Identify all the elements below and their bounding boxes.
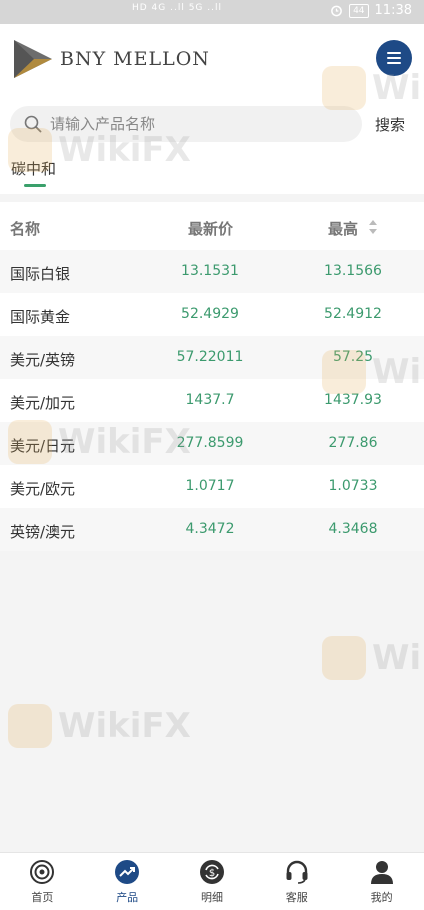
search-icon xyxy=(24,115,42,133)
nav-label: 产品 xyxy=(116,891,139,904)
table-row[interactable]: 美元/日元 277.8599 277.86 xyxy=(0,422,424,465)
watermark-text: WikiFX xyxy=(58,706,191,746)
signal-indicators: HD 4G ..ll 5G ..ll xyxy=(132,3,222,13)
column-header-name: 名称 xyxy=(10,220,41,238)
table-row[interactable]: 美元/加元 1437.7 1437.93 xyxy=(0,379,424,422)
search-input[interactable] xyxy=(50,106,350,142)
sort-icon[interactable] xyxy=(368,218,378,236)
bny-mellon-logo-icon xyxy=(14,40,52,78)
table-row[interactable]: 美元/欧元 1.0717 1.0733 xyxy=(0,465,424,508)
cell-high: 13.1566 xyxy=(324,263,382,279)
cell-latest: 1.0717 xyxy=(185,478,235,494)
table-row[interactable]: 美元/英镑 57.22011 57.25 xyxy=(0,336,424,379)
cell-latest: 57.22011 xyxy=(176,349,244,365)
nav-label: 客服 xyxy=(285,891,308,904)
status-time: 11:38 xyxy=(374,3,412,18)
search-row: 搜索 xyxy=(0,100,424,150)
search-button[interactable]: 搜索 xyxy=(375,114,405,135)
svg-text:$: $ xyxy=(209,868,215,879)
cell-latest: 52.4929 xyxy=(181,306,239,322)
nav-item-service[interactable]: 客服 xyxy=(254,853,339,910)
cell-name: 美元/加元 xyxy=(10,394,76,412)
cell-name: 美元/欧元 xyxy=(10,480,76,498)
cell-latest: 13.1531 xyxy=(181,263,239,279)
nav-item-details[interactable]: $ 明细 xyxy=(170,853,255,910)
cell-latest: 1437.7 xyxy=(185,392,235,408)
battery-indicator: 44 xyxy=(349,3,369,18)
cell-latest: 277.8599 xyxy=(176,435,244,451)
cell-high: 57.25 xyxy=(332,349,374,365)
user-icon xyxy=(370,861,393,884)
nav-label: 首页 xyxy=(31,891,54,904)
nav-label: 明细 xyxy=(200,891,223,904)
watermark: WikiFX xyxy=(322,636,424,680)
cell-name: 美元/英镑 xyxy=(10,351,76,369)
cell-high: 4.3468 xyxy=(328,521,378,537)
hamburger-menu-icon xyxy=(387,52,401,64)
brand-name: BNY MELLON xyxy=(60,48,210,70)
menu-button[interactable] xyxy=(376,40,412,76)
cell-name: 英镑/澳元 xyxy=(10,523,76,541)
cell-latest: 4.3472 xyxy=(185,521,235,537)
cell-name: 国际黄金 xyxy=(10,308,71,326)
search-box[interactable] xyxy=(10,106,362,142)
category-tabs: 碳中和 xyxy=(0,150,424,194)
watermark-text: WikiFX xyxy=(372,638,424,678)
home-target-icon xyxy=(30,860,55,884)
cell-high: 277.86 xyxy=(328,435,378,451)
tab-carbon-neutral[interactable]: 碳中和 xyxy=(11,158,56,179)
bottom-nav: 首页 产品 $ 明细 客服 我的 xyxy=(0,852,424,910)
table-row[interactable]: 英镑/澳元 4.3472 4.3468 xyxy=(0,508,424,551)
cell-name: 国际白银 xyxy=(10,265,71,283)
table-row[interactable]: 国际黄金 52.4929 52.4912 xyxy=(0,293,424,336)
tab-active-indicator xyxy=(24,184,46,187)
alarm-icon xyxy=(331,5,342,17)
table-row[interactable]: 国际白银 13.1531 13.1566 xyxy=(0,250,424,293)
nav-item-mine[interactable]: 我的 xyxy=(339,853,424,910)
wikifx-logo-icon xyxy=(322,636,366,680)
nav-item-home[interactable]: 首页 xyxy=(0,853,85,910)
table-body: 国际白银 13.1531 13.1566 国际黄金 52.4929 52.491… xyxy=(0,250,424,551)
cell-high: 1437.93 xyxy=(324,392,382,408)
app-header: BNY MELLON xyxy=(0,24,424,100)
quote-table: 名称 最新价 最高 国际白银 13.1531 13.1566 国际黄金 52.4… xyxy=(0,202,424,551)
nav-label: 我的 xyxy=(370,891,393,904)
status-bar: HD 4G ..ll 5G ..ll 44 11:38 xyxy=(0,0,424,24)
column-header-latest: 最新价 xyxy=(188,220,234,238)
wikifx-logo-icon xyxy=(8,704,52,748)
watermark: WikiFX xyxy=(8,704,191,748)
status-right: 44 11:38 xyxy=(330,3,412,18)
column-header-high[interactable]: 最高 xyxy=(328,218,358,239)
table-header: 名称 最新价 最高 xyxy=(0,202,424,250)
cell-high: 52.4912 xyxy=(324,306,382,322)
dollar-refresh-icon: $ xyxy=(199,860,224,884)
nav-item-products[interactable]: 产品 xyxy=(85,853,170,910)
headset-icon xyxy=(286,860,308,884)
cell-name: 美元/日元 xyxy=(10,437,76,455)
trend-chart-icon xyxy=(115,860,140,884)
cell-high: 1.0733 xyxy=(328,478,378,494)
